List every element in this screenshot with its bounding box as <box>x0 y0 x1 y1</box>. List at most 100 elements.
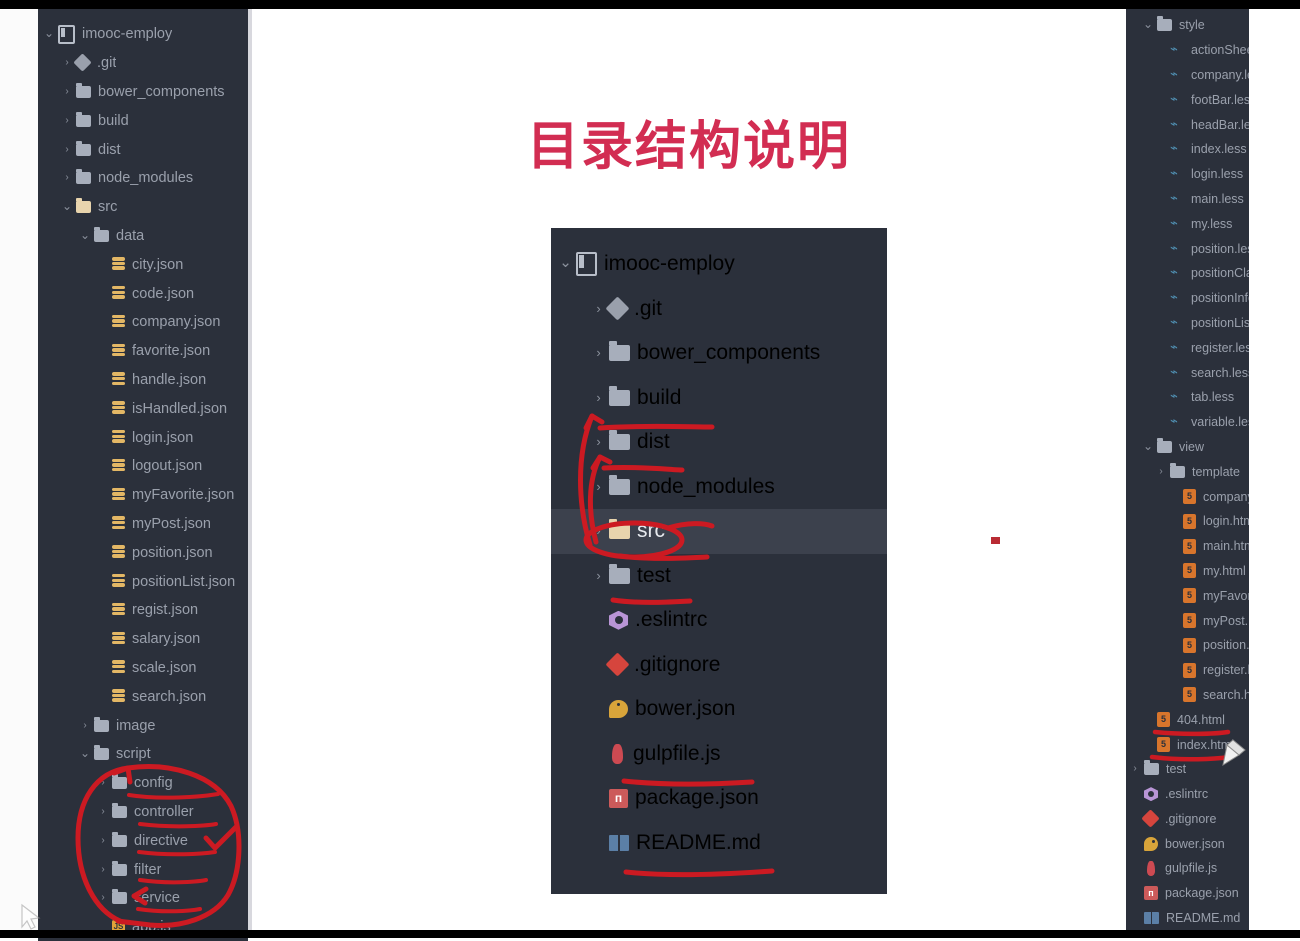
chevron-down-icon[interactable]: ⌄ <box>44 27 54 39</box>
tree-item-readme-md[interactable]: README.md <box>551 821 887 866</box>
tree-item-dist[interactable]: › dist <box>551 420 887 465</box>
tree-item-regist-json[interactable]: regist.json <box>38 596 248 625</box>
tree-item-positionclass-less[interactable]: ⌁ positionClass.less <box>1126 261 1249 286</box>
chevron-right-icon[interactable]: › <box>62 173 72 183</box>
tree-item-search-html[interactable]: 5 search.html <box>1126 683 1249 708</box>
tree-item-gitignore[interactable]: .gitignore <box>551 643 887 688</box>
tree-item-login-html[interactable]: 5 login.html <box>1126 509 1249 534</box>
tree-item-city-json[interactable]: city.json <box>38 250 248 279</box>
tree-item-src[interactable]: › src <box>551 509 887 554</box>
chevron-right-icon[interactable]: › <box>592 435 605 448</box>
right-file-explorer[interactable]: ⌄style⌁actionSheet.less⌁company.less⌁foo… <box>1126 9 1249 934</box>
tree-item-view[interactable]: ⌄ view <box>1126 435 1249 460</box>
tree-item-directive[interactable]: › directive <box>38 826 248 855</box>
tree-item-company-less[interactable]: ⌁ company.less <box>1126 63 1249 88</box>
tree-item-company-html[interactable]: 5 company.html <box>1126 484 1249 509</box>
tree-item-search-json[interactable]: search.json <box>38 682 248 711</box>
tree-item-index-less[interactable]: ⌁ index.less <box>1126 137 1249 162</box>
tree-item-footbar-less[interactable]: ⌁ footBar.less <box>1126 87 1249 112</box>
tree-item-login-less[interactable]: ⌁ login.less <box>1126 162 1249 187</box>
tree-item-bower-components[interactable]: › bower_components <box>551 331 887 376</box>
tree-item-bower-json[interactable]: bower.json <box>1126 831 1249 856</box>
tree-item-bower-json[interactable]: bower.json <box>551 687 887 732</box>
tree-item-test[interactable]: › test <box>1126 757 1249 782</box>
chevron-right-icon[interactable]: › <box>592 569 605 582</box>
tree-item-dist[interactable]: › dist <box>38 135 248 164</box>
left-file-explorer[interactable]: ⌄ imooc-employ › .git › bower_components › buil… <box>38 9 248 941</box>
tree-item-eslintrc[interactable]: .eslintrc <box>1126 782 1249 807</box>
tree-item-style[interactable]: ⌄ style <box>1126 13 1249 38</box>
tree-item-register-html[interactable]: 5 register.html <box>1126 658 1249 683</box>
tree-item-script[interactable]: ⌄ script <box>38 740 248 769</box>
tree-item-tab-less[interactable]: ⌁ tab.less <box>1126 385 1249 410</box>
chevron-right-icon[interactable]: › <box>592 302 605 315</box>
tree-item-gitignore[interactable]: .gitignore <box>1126 807 1249 832</box>
tree-item-position-less[interactable]: ⌁ position.less <box>1126 236 1249 261</box>
chevron-down-icon[interactable]: ⌄ <box>80 747 90 759</box>
tree-item-favorite-json[interactable]: favorite.json <box>38 337 248 366</box>
chevron-down-icon[interactable]: ⌄ <box>1143 440 1153 452</box>
tree-item-readme-md[interactable]: README.md <box>1126 906 1249 931</box>
tree-item-salary-json[interactable]: salary.json <box>38 625 248 654</box>
tree-item-package-json[interactable]: п package.json <box>551 776 887 821</box>
chevron-right-icon[interactable]: › <box>98 835 108 846</box>
tree-item-git[interactable]: › .git <box>551 287 887 332</box>
tree-item-myfavorite-json[interactable]: myFavorite.json <box>38 481 248 510</box>
chevron-right-icon[interactable]: › <box>62 86 72 97</box>
chevron-down-icon[interactable]: ⌄ <box>1143 18 1153 30</box>
chevron-down-icon[interactable]: ⌄ <box>62 200 72 212</box>
chevron-right-icon[interactable]: › <box>98 806 108 817</box>
tree-item-myfavorite-html[interactable]: 5 myFavorite.html <box>1126 583 1249 608</box>
tree-item-node-modules[interactable]: › node_modules <box>551 465 887 510</box>
tree-item-scale-json[interactable]: scale.json <box>38 654 248 683</box>
chevron-right-icon[interactable]: › <box>592 391 605 404</box>
tree-item-git[interactable]: › .git <box>38 49 248 78</box>
chevron-right-icon[interactable]: › <box>62 144 72 155</box>
chevron-right-icon[interactable]: › <box>592 524 605 537</box>
tree-item-login-json[interactable]: login.json <box>38 423 248 452</box>
tree-item-my-html[interactable]: 5 my.html <box>1126 559 1249 584</box>
tree-item-position-json[interactable]: position.json <box>38 538 248 567</box>
tree-item-positioninfo-less[interactable]: ⌁ positionInfo.less <box>1126 286 1249 311</box>
tree-item-logout-json[interactable]: logout.json <box>38 452 248 481</box>
tree-item-controller[interactable]: › controller <box>38 798 248 827</box>
tree-item-src[interactable]: ⌄ src <box>38 193 248 222</box>
tree-item-data[interactable]: ⌄ data <box>38 222 248 251</box>
tree-item-package-json[interactable]: п package.json <box>1126 881 1249 906</box>
chevron-right-icon[interactable]: › <box>62 115 72 126</box>
tree-item-template[interactable]: › template <box>1126 459 1249 484</box>
tree-item-config[interactable]: › config <box>38 769 248 798</box>
tree-item-index-html[interactable]: 5 index.html <box>1126 732 1249 757</box>
tree-item-imooc-employ[interactable]: ⌄ imooc-employ <box>551 242 887 287</box>
chevron-down-icon[interactable]: ⌄ <box>559 255 572 270</box>
tree-item-gulpfile-js[interactable]: gulpfile.js <box>551 732 887 777</box>
chevron-right-icon[interactable]: › <box>1130 764 1140 774</box>
tree-item-404-html[interactable]: 5 404.html <box>1126 707 1249 732</box>
center-file-tree[interactable]: ⌄ imooc-employ › .git › bower_components › buil… <box>551 228 887 894</box>
tree-item-ishandled-json[interactable]: isHandled.json <box>38 394 248 423</box>
tree-item-image[interactable]: › image <box>38 711 248 740</box>
tree-item-test[interactable]: › test <box>551 554 887 599</box>
tree-item-positionlist-less[interactable]: ⌁ positionList.less <box>1126 311 1249 336</box>
tree-item-bower-components[interactable]: › bower_components <box>38 78 248 107</box>
tree-item-actionsheet-less[interactable]: ⌁ actionSheet.less <box>1126 38 1249 63</box>
chevron-right-icon[interactable]: › <box>98 864 108 875</box>
tree-item-company-json[interactable]: company.json <box>38 308 248 337</box>
chevron-down-icon[interactable]: ⌄ <box>80 229 90 241</box>
tree-item-mypost-html[interactable]: 5 myPost.html <box>1126 608 1249 633</box>
left-panel-scrollbar[interactable] <box>248 9 252 930</box>
tree-item-build[interactable]: › build <box>38 106 248 135</box>
tree-item-headbar-less[interactable]: ⌁ headBar.less <box>1126 112 1249 137</box>
tree-item-main-less[interactable]: ⌁ main.less <box>1126 187 1249 212</box>
chevron-right-icon[interactable]: › <box>62 58 72 68</box>
tree-item-positionlist-json[interactable]: positionList.json <box>38 567 248 596</box>
tree-item-main-html[interactable]: 5 main.html <box>1126 534 1249 559</box>
chevron-right-icon[interactable]: › <box>592 480 605 493</box>
chevron-right-icon[interactable]: › <box>80 720 90 731</box>
tree-item-handle-json[interactable]: handle.json <box>38 366 248 395</box>
chevron-right-icon[interactable]: › <box>98 893 108 903</box>
tree-item-imooc-employ[interactable]: ⌄ imooc-employ <box>38 20 248 49</box>
tree-item-build[interactable]: › build <box>551 376 887 421</box>
tree-item-gulpfile-js[interactable]: gulpfile.js <box>1126 856 1249 881</box>
chevron-right-icon[interactable]: › <box>98 778 108 788</box>
